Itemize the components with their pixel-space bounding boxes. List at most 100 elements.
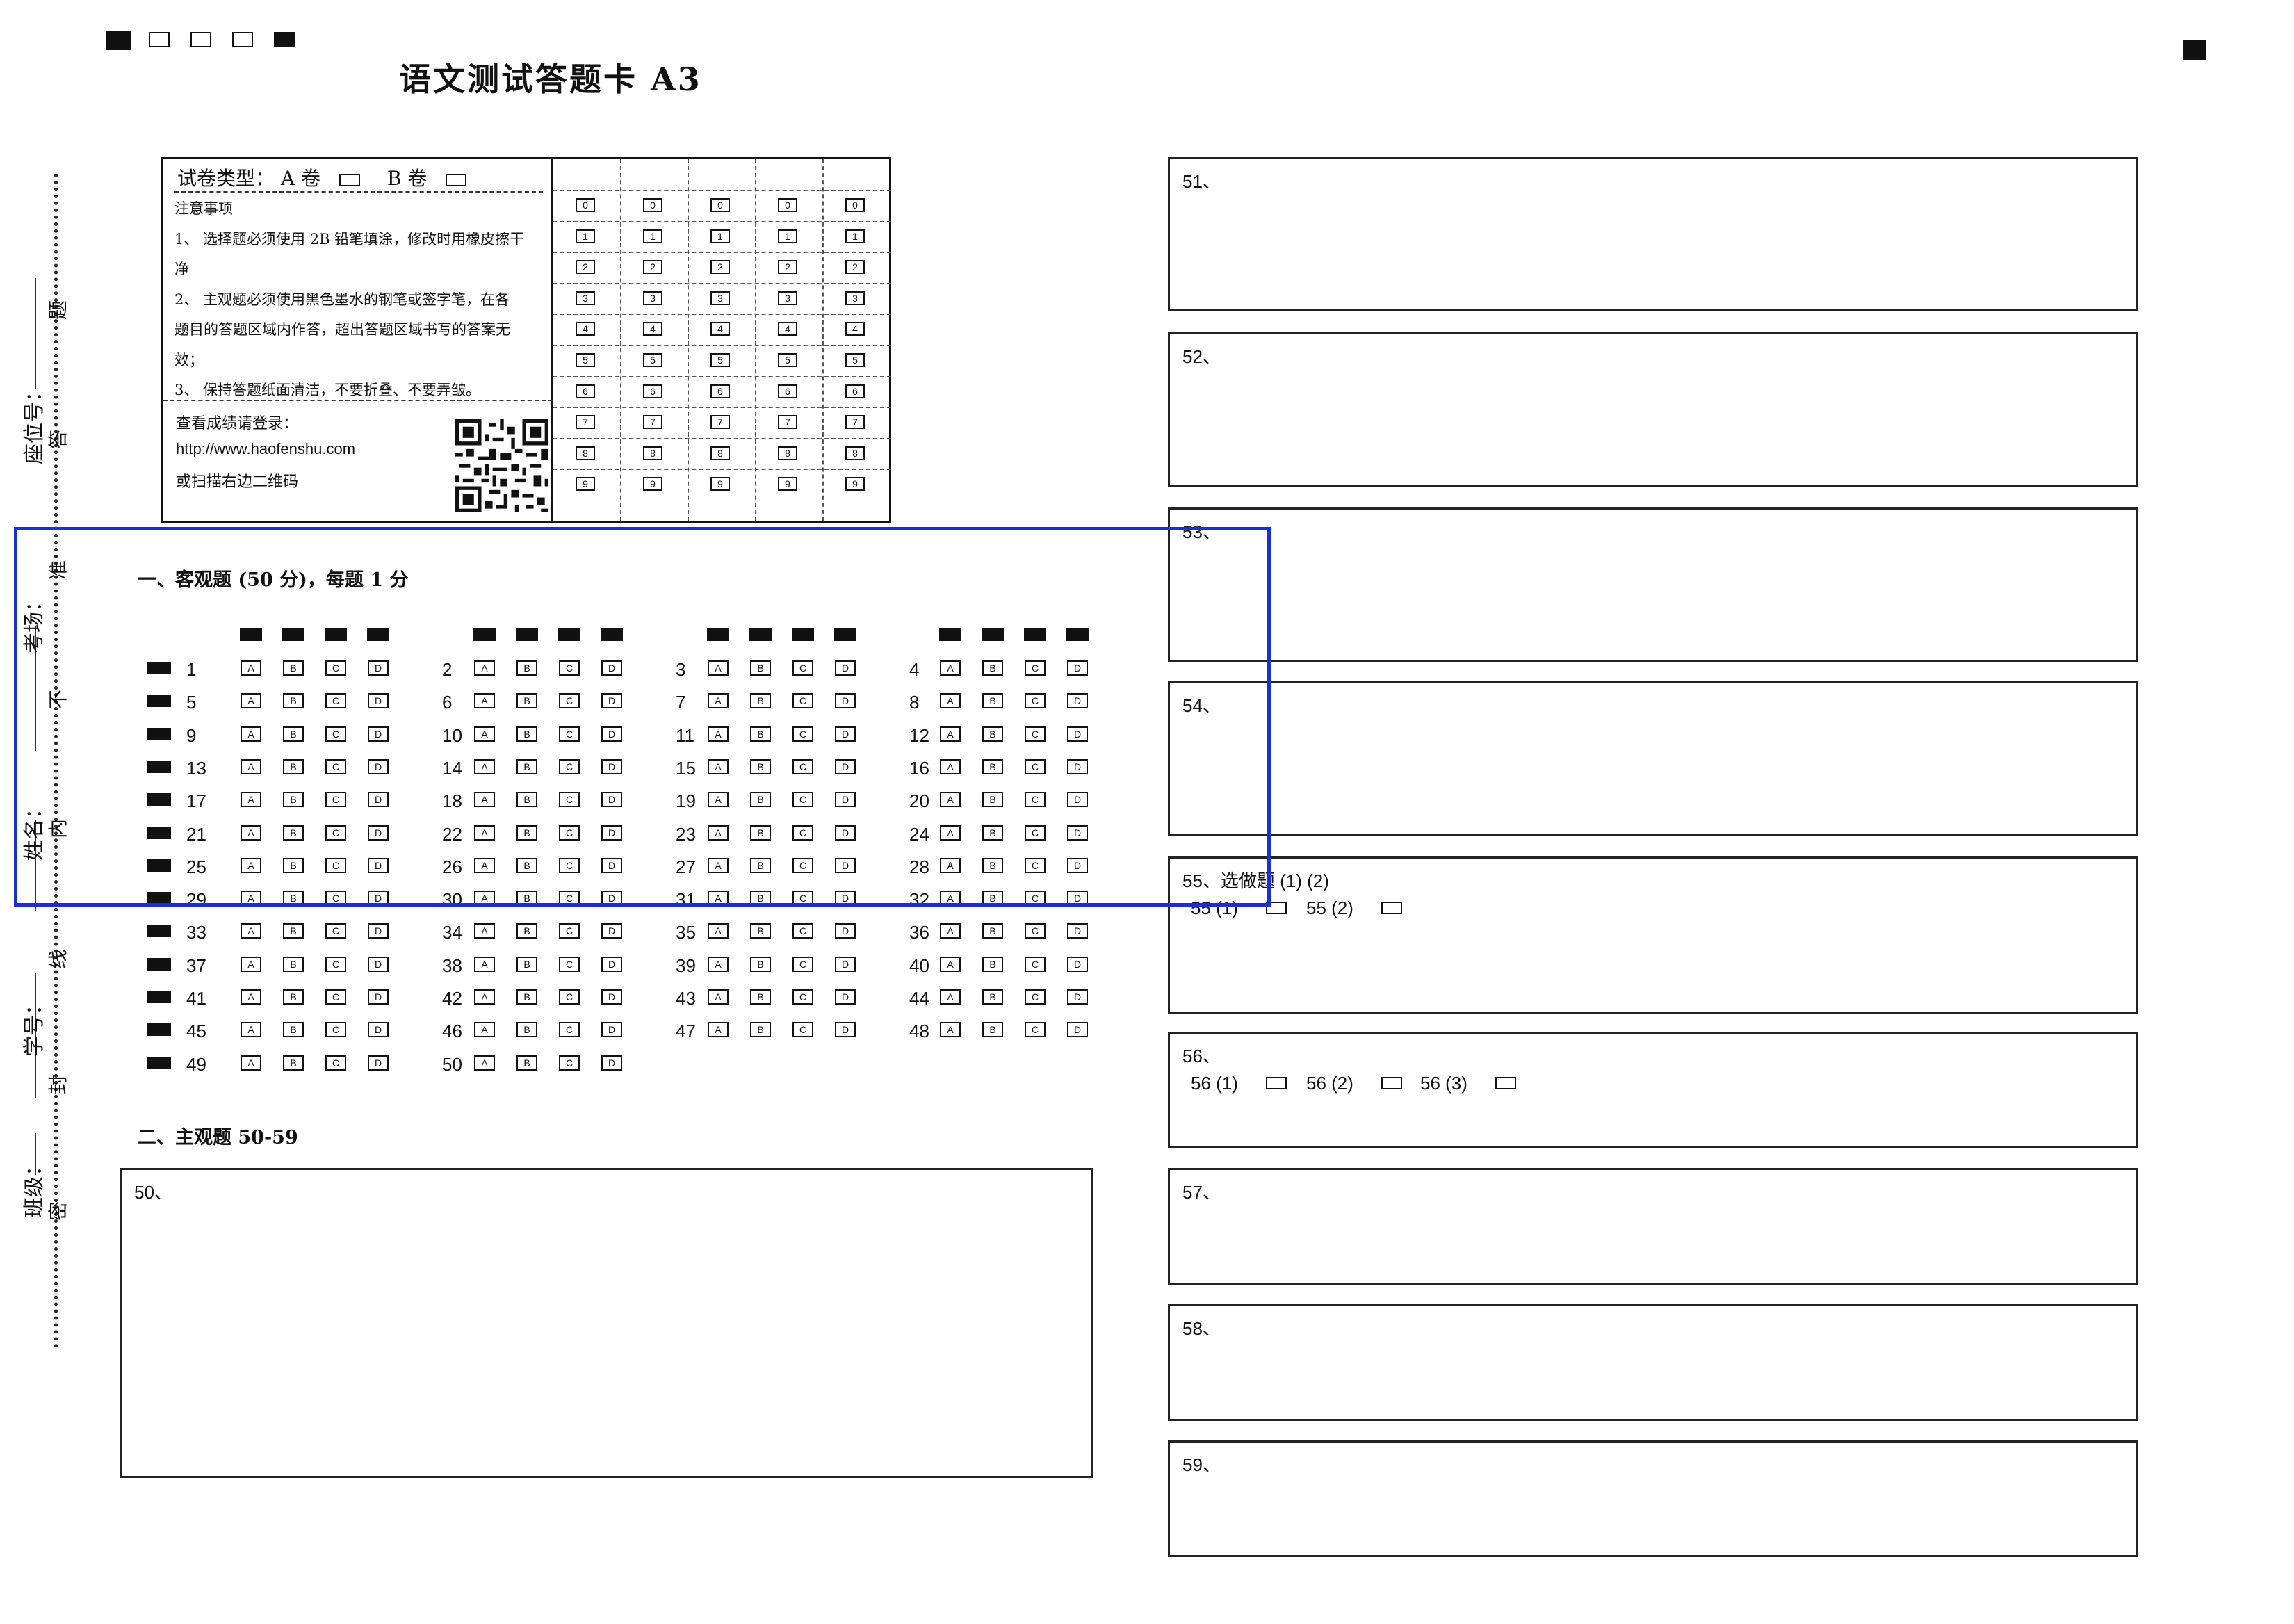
option-bubble[interactable]: A (940, 923, 961, 939)
digit-bubble[interactable]: 3 (710, 291, 730, 305)
digit-bubble[interactable]: 8 (845, 446, 865, 460)
answer-box-53[interactable]: 53、 (1168, 508, 2138, 662)
digit-bubble[interactable]: 5 (845, 353, 865, 367)
digit-bubble[interactable]: 6 (643, 384, 662, 398)
digit-bubble[interactable]: 6 (778, 384, 797, 398)
option-bubble[interactable]: D (835, 989, 856, 1005)
option-bubble[interactable]: D (1067, 1022, 1088, 1038)
option-bubble[interactable]: C (559, 1055, 580, 1071)
option-bubble[interactable]: B (283, 989, 304, 1005)
option-bubble[interactable]: A (474, 956, 495, 972)
digit-bubble[interactable]: 9 (778, 477, 797, 492)
digit-bubble[interactable]: 7 (643, 415, 662, 430)
option-bubble[interactable]: A (241, 956, 261, 972)
option-bubble[interactable]: B (750, 1022, 771, 1038)
option-bubble[interactable]: C (559, 923, 580, 939)
digit-bubble[interactable]: 3 (643, 291, 662, 305)
option-bubble[interactable]: C (1025, 1022, 1046, 1038)
option-bubble[interactable]: D (835, 1022, 856, 1038)
digit-bubble[interactable]: 7 (845, 415, 865, 430)
option-bubble[interactable]: A (241, 989, 261, 1005)
option-bubble[interactable]: A (708, 923, 729, 939)
option-bubble[interactable]: B (982, 956, 1003, 972)
option-bubble[interactable]: B (982, 989, 1003, 1005)
digit-bubble[interactable]: 2 (643, 260, 662, 275)
digit-bubble[interactable]: 0 (778, 198, 797, 212)
option-bubble[interactable]: A (708, 956, 729, 972)
score-url[interactable]: http://www.haofenshu.com (176, 440, 355, 458)
digit-bubble[interactable]: 1 (778, 229, 797, 243)
choice-checkbox[interactable] (1381, 1077, 1402, 1089)
option-bubble[interactable]: A (940, 956, 961, 972)
digit-bubble[interactable]: 0 (576, 198, 595, 212)
digit-bubble[interactable]: 8 (778, 446, 797, 460)
answer-box-51[interactable]: 51、 (1168, 157, 2138, 311)
digit-bubble[interactable]: 6 (845, 384, 865, 398)
option-bubble[interactable]: B (750, 923, 771, 939)
option-bubble[interactable]: D (1067, 923, 1088, 939)
digit-bubble[interactable]: 8 (710, 446, 730, 460)
answer-box-50[interactable]: 50、 (120, 1168, 1093, 1478)
option-bubble[interactable]: B (516, 1055, 537, 1071)
option-bubble[interactable]: A (708, 989, 729, 1005)
digit-bubble[interactable]: 5 (710, 353, 730, 367)
option-bubble[interactable]: C (325, 1022, 346, 1038)
digit-bubble[interactable]: 4 (778, 322, 797, 336)
option-bubble[interactable]: B (750, 956, 771, 972)
digit-bubble[interactable]: 5 (576, 353, 595, 367)
digit-bubble[interactable]: 1 (710, 229, 730, 243)
option-bubble[interactable]: A (241, 923, 261, 939)
option-bubble[interactable]: A (474, 1055, 495, 1071)
digit-bubble[interactable]: 4 (710, 322, 730, 336)
option-bubble[interactable]: A (708, 1022, 729, 1038)
option-bubble[interactable]: C (325, 989, 346, 1005)
option-bubble[interactable]: C (792, 989, 813, 1005)
digit-bubble[interactable]: 9 (576, 477, 595, 492)
choice-checkbox[interactable] (1495, 1077, 1516, 1089)
digit-bubble[interactable]: 9 (643, 477, 662, 492)
option-bubble[interactable]: D (601, 1055, 622, 1071)
answer-box-54[interactable]: 54、 (1168, 681, 2138, 836)
digit-bubble[interactable]: 6 (576, 384, 595, 398)
option-bubble[interactable]: C (1025, 989, 1046, 1005)
option-bubble[interactable]: C (325, 956, 346, 972)
digit-bubble[interactable]: 4 (845, 322, 865, 336)
choice-checkbox[interactable] (1266, 1077, 1287, 1089)
option-bubble[interactable]: B (283, 923, 304, 939)
option-bubble[interactable]: A (474, 923, 495, 939)
option-bubble[interactable]: C (792, 923, 813, 939)
digit-bubble[interactable]: 1 (845, 229, 865, 243)
digit-bubble[interactable]: 1 (643, 229, 662, 243)
option-bubble[interactable]: D (368, 923, 389, 939)
digit-bubble[interactable]: 0 (643, 198, 662, 212)
option-bubble[interactable]: C (1025, 956, 1046, 972)
option-bubble[interactable]: C (325, 1055, 346, 1071)
digit-bubble[interactable]: 7 (710, 415, 730, 430)
answer-box-59[interactable]: 59、 (1168, 1440, 2138, 1557)
option-bubble[interactable]: D (1067, 989, 1088, 1005)
option-bubble[interactable]: A (940, 1022, 961, 1038)
paper-a-checkbox[interactable] (339, 173, 360, 186)
digit-bubble[interactable]: 5 (643, 353, 662, 367)
digit-bubble[interactable]: 9 (710, 477, 730, 492)
digit-bubble[interactable]: 3 (576, 291, 595, 305)
option-bubble[interactable]: D (601, 1022, 622, 1038)
digit-bubble[interactable]: 2 (710, 260, 730, 275)
option-bubble[interactable]: C (1025, 923, 1046, 939)
digit-bubble[interactable]: 3 (778, 291, 797, 305)
option-bubble[interactable]: D (601, 956, 622, 972)
option-bubble[interactable]: D (368, 1055, 389, 1071)
option-bubble[interactable]: B (283, 1022, 304, 1038)
answer-box-57[interactable]: 57、 (1168, 1168, 2138, 1285)
option-bubble[interactable]: B (516, 923, 537, 939)
digit-bubble[interactable]: 3 (845, 291, 865, 305)
paper-b-checkbox[interactable] (446, 173, 467, 186)
digit-bubble[interactable]: 4 (576, 322, 595, 336)
digit-bubble[interactable]: 1 (576, 229, 595, 243)
answer-box-52[interactable]: 52、 (1168, 332, 2138, 487)
option-bubble[interactable]: B (982, 923, 1003, 939)
digit-bubble[interactable]: 5 (778, 353, 797, 367)
option-bubble[interactable]: D (1067, 956, 1088, 972)
option-bubble[interactable]: D (835, 956, 856, 972)
answer-box-58[interactable]: 58、 (1168, 1304, 2138, 1421)
